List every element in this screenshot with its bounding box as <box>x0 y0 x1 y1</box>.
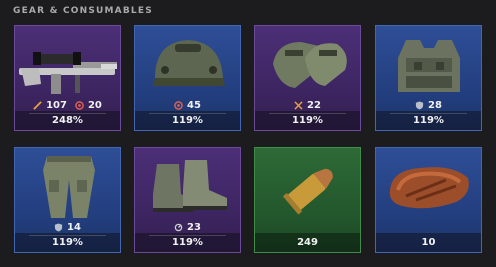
item-card-pants[interactable]: 14 119% <box>14 147 121 253</box>
item-value: 248% <box>15 111 120 130</box>
shield-icon <box>54 222 63 232</box>
boots-icon <box>135 150 240 222</box>
stat-damage: 107 <box>33 100 67 111</box>
item-card-ammo[interactable]: 249 <box>254 147 361 253</box>
stat-accuracy: 20 <box>75 100 102 111</box>
item-card-steak[interactable]: 10 <box>375 147 482 253</box>
item-card-sniper-rifle[interactable]: 107 20 248% <box>14 25 121 131</box>
target-icon <box>174 100 183 110</box>
stat-value: 28 <box>428 99 442 111</box>
item-grid: 107 20 248% 45 119% 22 119% 28 119% 14 1… <box>0 0 496 267</box>
ammo-icon <box>255 150 360 222</box>
stat-speed: 23 <box>174 222 201 233</box>
item-quantity: 10 <box>376 233 481 252</box>
item-card-helmet[interactable]: 45 119% <box>134 25 241 131</box>
item-value: 119% <box>255 111 360 130</box>
steak-icon <box>376 150 481 222</box>
stat-crosshair: 22 <box>294 100 321 111</box>
item-value: 119% <box>135 233 240 252</box>
stat-value: 20 <box>87 99 102 111</box>
gloves-icon <box>255 28 360 100</box>
item-card-vest[interactable]: 28 119% <box>375 25 482 131</box>
crosshair-icon <box>294 100 303 110</box>
item-quantity: 249 <box>255 233 360 252</box>
vest-icon <box>376 28 481 100</box>
pants-icon <box>15 150 120 222</box>
stat-target: 45 <box>174 100 201 111</box>
item-value: 119% <box>15 233 120 252</box>
item-card-gloves[interactable]: 22 119% <box>254 25 361 131</box>
speed-icon <box>174 223 183 232</box>
stat-value: 14 <box>67 221 81 233</box>
stat-value: 107 <box>46 99 67 111</box>
stat-armor: 28 <box>415 100 442 111</box>
stat-armor: 14 <box>54 222 81 233</box>
accuracy-icon <box>75 100 84 110</box>
damage-icon <box>33 100 42 110</box>
item-value: 119% <box>135 111 240 130</box>
sniper-rifle-icon <box>15 28 120 100</box>
shield-icon <box>415 100 424 110</box>
stat-value: 45 <box>187 99 201 111</box>
stat-value: 23 <box>187 221 201 233</box>
item-card-boots[interactable]: 23 119% <box>134 147 241 253</box>
helmet-icon <box>135 28 240 100</box>
stat-value: 22 <box>307 99 321 111</box>
item-value: 119% <box>376 111 481 130</box>
